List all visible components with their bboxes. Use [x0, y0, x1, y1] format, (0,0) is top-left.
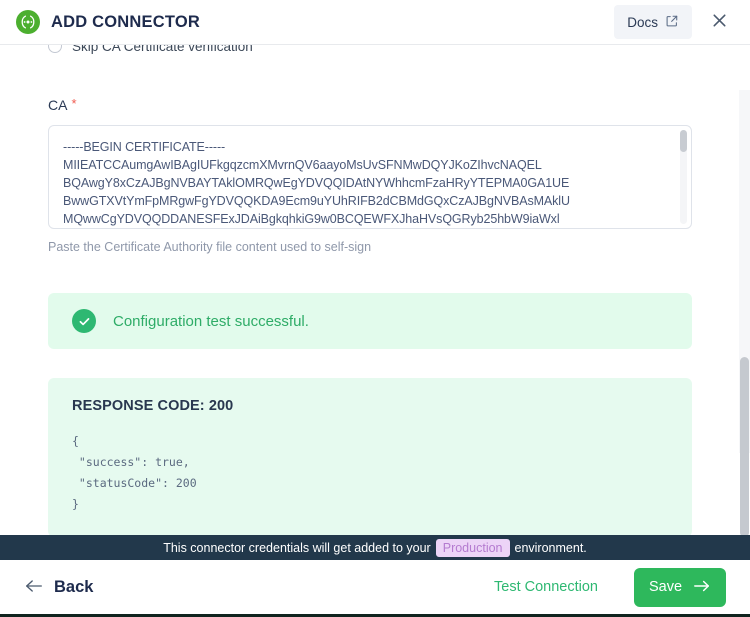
test-connection-button[interactable]: Test Connection [494, 579, 598, 595]
radio-icon[interactable] [48, 45, 62, 53]
required-marker: * [71, 96, 77, 111]
ca-label-text: CA [48, 97, 68, 113]
environment-notice-bar: This connector credentials will get adde… [0, 535, 750, 560]
external-link-icon [665, 14, 679, 31]
success-alert-message: Configuration test successful. [113, 312, 309, 330]
arrow-right-icon [693, 579, 711, 596]
dialog-body[interactable]: Skip CA Certificate verification CA * --… [0, 45, 750, 535]
connector-icon [16, 10, 40, 34]
check-circle-icon [72, 309, 96, 333]
dialog-footer: Back Test Connection Save [0, 560, 750, 617]
textarea-scrollbar-thumb[interactable] [680, 130, 687, 152]
response-panel: RESPONSE CODE: 200 { "success": true, "s… [48, 378, 692, 535]
skip-ca-radio-row[interactable]: Skip CA Certificate verification [24, 45, 716, 61]
close-button[interactable] [702, 5, 736, 39]
success-alert: Configuration test successful. [48, 293, 692, 349]
environment-badge: Production [435, 538, 510, 557]
page-title: ADD CONNECTOR [51, 12, 200, 31]
notice-text-before: This connector credentials will get adde… [163, 540, 431, 555]
ca-certificate-value: -----BEGIN CERTIFICATE----- MIIEATCCAumg… [63, 140, 570, 226]
textarea-scrollbar-track[interactable] [680, 130, 687, 224]
ca-field-label: CA * [48, 96, 692, 113]
dialog-header: ADD CONNECTOR Docs [0, 0, 750, 45]
save-button-label: Save [648, 579, 683, 595]
form-content: Skip CA Certificate verification CA * --… [24, 45, 726, 535]
save-button[interactable]: Save [634, 567, 726, 607]
skip-ca-label: Skip CA Certificate verification [72, 45, 253, 54]
arrow-left-icon [24, 578, 44, 597]
back-button[interactable]: Back [24, 578, 93, 597]
response-code-title: RESPONSE CODE: 200 [72, 398, 234, 414]
add-connector-dialog: ADD CONNECTOR Docs Skip CA Certificate v… [0, 0, 750, 617]
page-scrollbar-thumb[interactable] [740, 357, 749, 535]
ca-field-block: CA * -----BEGIN CERTIFICATE----- MIIEATC… [24, 96, 716, 535]
close-icon [710, 11, 729, 33]
back-button-label: Back [54, 577, 94, 596]
ca-certificate-textarea[interactable]: -----BEGIN CERTIFICATE----- MIIEATCCAumg… [48, 125, 692, 229]
response-body: { "success": true, "statusCode": 200 } [72, 434, 197, 511]
docs-button[interactable]: Docs [614, 5, 692, 39]
notice-text-after: environment. [514, 540, 587, 555]
docs-button-label: Docs [627, 14, 658, 30]
ca-helper-text: Paste the Certificate Authority file con… [48, 240, 372, 254]
